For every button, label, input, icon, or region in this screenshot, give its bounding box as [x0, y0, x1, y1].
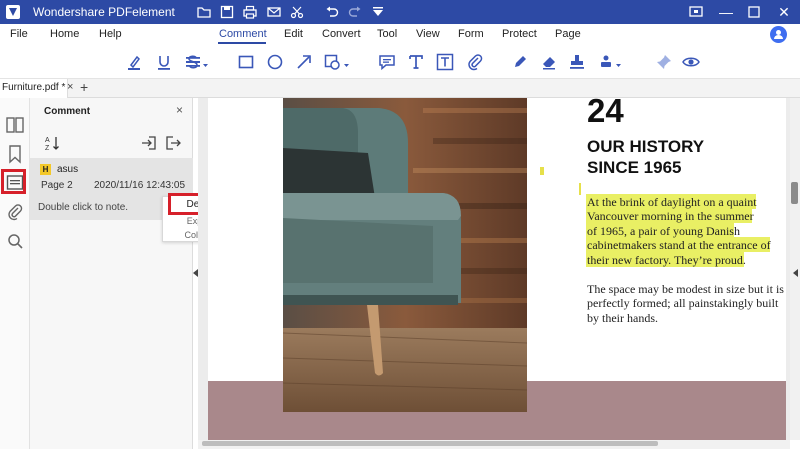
- body-text-line: The space may be modest in size but it i…: [587, 282, 784, 296]
- textbox-icon[interactable]: [406, 52, 426, 72]
- thumbnails-icon[interactable]: [4, 114, 26, 136]
- tab-close-icon[interactable]: ×: [67, 81, 73, 93]
- new-tab-icon[interactable]: +: [80, 79, 88, 95]
- svg-text:Z: Z: [45, 145, 50, 152]
- menu-edit[interactable]: Edit: [284, 28, 303, 40]
- menu-home[interactable]: Home: [50, 28, 79, 40]
- active-menu-indicator: [218, 42, 266, 44]
- menu-file[interactable]: File: [10, 28, 28, 40]
- underline-icon[interactable]: [154, 52, 174, 72]
- arrow-icon[interactable]: [294, 52, 314, 72]
- menu-tool[interactable]: Tool: [377, 28, 397, 40]
- menu-comment[interactable]: Comment: [219, 28, 267, 40]
- comment-panel: Comment × AZ H asus Page 2 2020/11/16 12…: [30, 98, 193, 449]
- text-cursor-marker: [579, 183, 581, 195]
- menu-protect[interactable]: Protect: [502, 28, 537, 40]
- eye-icon[interactable]: [681, 52, 701, 72]
- rectangle-icon[interactable]: [236, 52, 256, 72]
- highlighted-text-line[interactable]: Vancouver morning in the summer: [587, 209, 754, 224]
- line-style-icon[interactable]: [184, 52, 210, 72]
- body-text-line: perfectly formed; all painstakingly buil…: [587, 296, 779, 310]
- signature-icon[interactable]: [597, 52, 625, 72]
- dropdown-icon[interactable]: [370, 4, 386, 20]
- panel-close-icon[interactable]: ×: [176, 103, 183, 117]
- menu-view[interactable]: View: [416, 28, 440, 40]
- export-icon[interactable]: [164, 134, 182, 152]
- note-icon[interactable]: [377, 52, 397, 72]
- menu-convert[interactable]: Convert: [322, 28, 361, 40]
- comment-note-placeholder[interactable]: Double click to note.: [38, 202, 128, 213]
- undo-icon[interactable]: [324, 4, 340, 20]
- stamp-icon[interactable]: [567, 52, 587, 72]
- body-text-line: by their hands.: [587, 311, 658, 325]
- comment-icon-highlight-callout: [1, 169, 26, 194]
- sort-icon[interactable]: AZ: [44, 134, 62, 152]
- document-tab[interactable]: Furniture.pdf *: [0, 79, 69, 98]
- history-heading-line-1: OUR HISTORY: [587, 137, 705, 156]
- highlighted-text-line[interactable]: their new factory. They’re proud.: [587, 253, 746, 268]
- save-icon[interactable]: [219, 4, 235, 20]
- svg-text:A: A: [45, 137, 50, 144]
- ellipse-icon[interactable]: [265, 52, 285, 72]
- menu-help[interactable]: Help: [99, 28, 122, 40]
- left-rail: [0, 98, 30, 449]
- feedback-icon[interactable]: [688, 4, 704, 20]
- comment-author: asus: [57, 164, 79, 175]
- vertical-scroll-thumb[interactable]: [791, 182, 798, 204]
- pin-icon[interactable]: [654, 52, 674, 72]
- app-logo-icon: [6, 5, 20, 19]
- user-avatar[interactable]: [770, 26, 787, 43]
- highlight-icon[interactable]: [124, 52, 144, 72]
- history-heading-line-2: SINCE 1965: [587, 158, 682, 177]
- redo-icon[interactable]: [347, 4, 363, 20]
- search-icon[interactable]: [4, 230, 26, 252]
- highlight-badge: H: [40, 164, 51, 175]
- mail-icon[interactable]: [266, 4, 282, 20]
- comment-date: 2020/11/16 12:43:05: [94, 180, 186, 191]
- highlighted-text-line[interactable]: cabinetmakers stand at the entrance of: [587, 238, 771, 253]
- menu-page[interactable]: Page: [555, 28, 581, 40]
- folder-icon[interactable]: [196, 4, 212, 20]
- pencil-icon[interactable]: [510, 52, 530, 72]
- minimize-icon[interactable]: —: [717, 3, 735, 21]
- shape-menu-icon[interactable]: [322, 52, 352, 72]
- highlight-marker: [540, 167, 544, 175]
- maximize-icon[interactable]: [746, 4, 762, 20]
- comment-page: Page 2: [41, 180, 73, 191]
- user-icon: [774, 30, 783, 39]
- attachment-icon[interactable]: [465, 52, 485, 72]
- cut-icon[interactable]: [289, 4, 305, 20]
- horizontal-scroll-thumb[interactable]: [202, 441, 658, 446]
- app-title: Wondershare PDFelement: [33, 5, 175, 19]
- text-field-icon[interactable]: [435, 52, 455, 72]
- menu-bar: File Home Help Comment Edit Convert Tool…: [0, 24, 800, 46]
- panel-title: Comment: [44, 106, 91, 117]
- page-number-heading: 24: [587, 92, 624, 129]
- bookmark-icon[interactable]: [4, 143, 26, 165]
- highlighted-text-line[interactable]: At the brink of daylight on a quaint: [587, 195, 757, 210]
- eraser-icon[interactable]: [539, 52, 559, 72]
- window-close-icon[interactable]: ✕: [775, 3, 793, 21]
- sofa-photo: [283, 98, 527, 412]
- rail-attachment-icon[interactable]: [4, 201, 26, 223]
- comment-toolbar: [0, 46, 800, 78]
- print-icon[interactable]: [242, 4, 258, 20]
- highlighted-text-line[interactable]: of 1965, a pair of young Danish: [587, 224, 740, 239]
- title-bar: Wondershare PDFelement — ✕: [0, 0, 800, 24]
- expand-right-arrow-icon[interactable]: [793, 269, 799, 277]
- document-tab-bar: Furniture.pdf * × +: [0, 78, 800, 98]
- import-icon[interactable]: [140, 134, 158, 152]
- menu-form[interactable]: Form: [458, 28, 484, 40]
